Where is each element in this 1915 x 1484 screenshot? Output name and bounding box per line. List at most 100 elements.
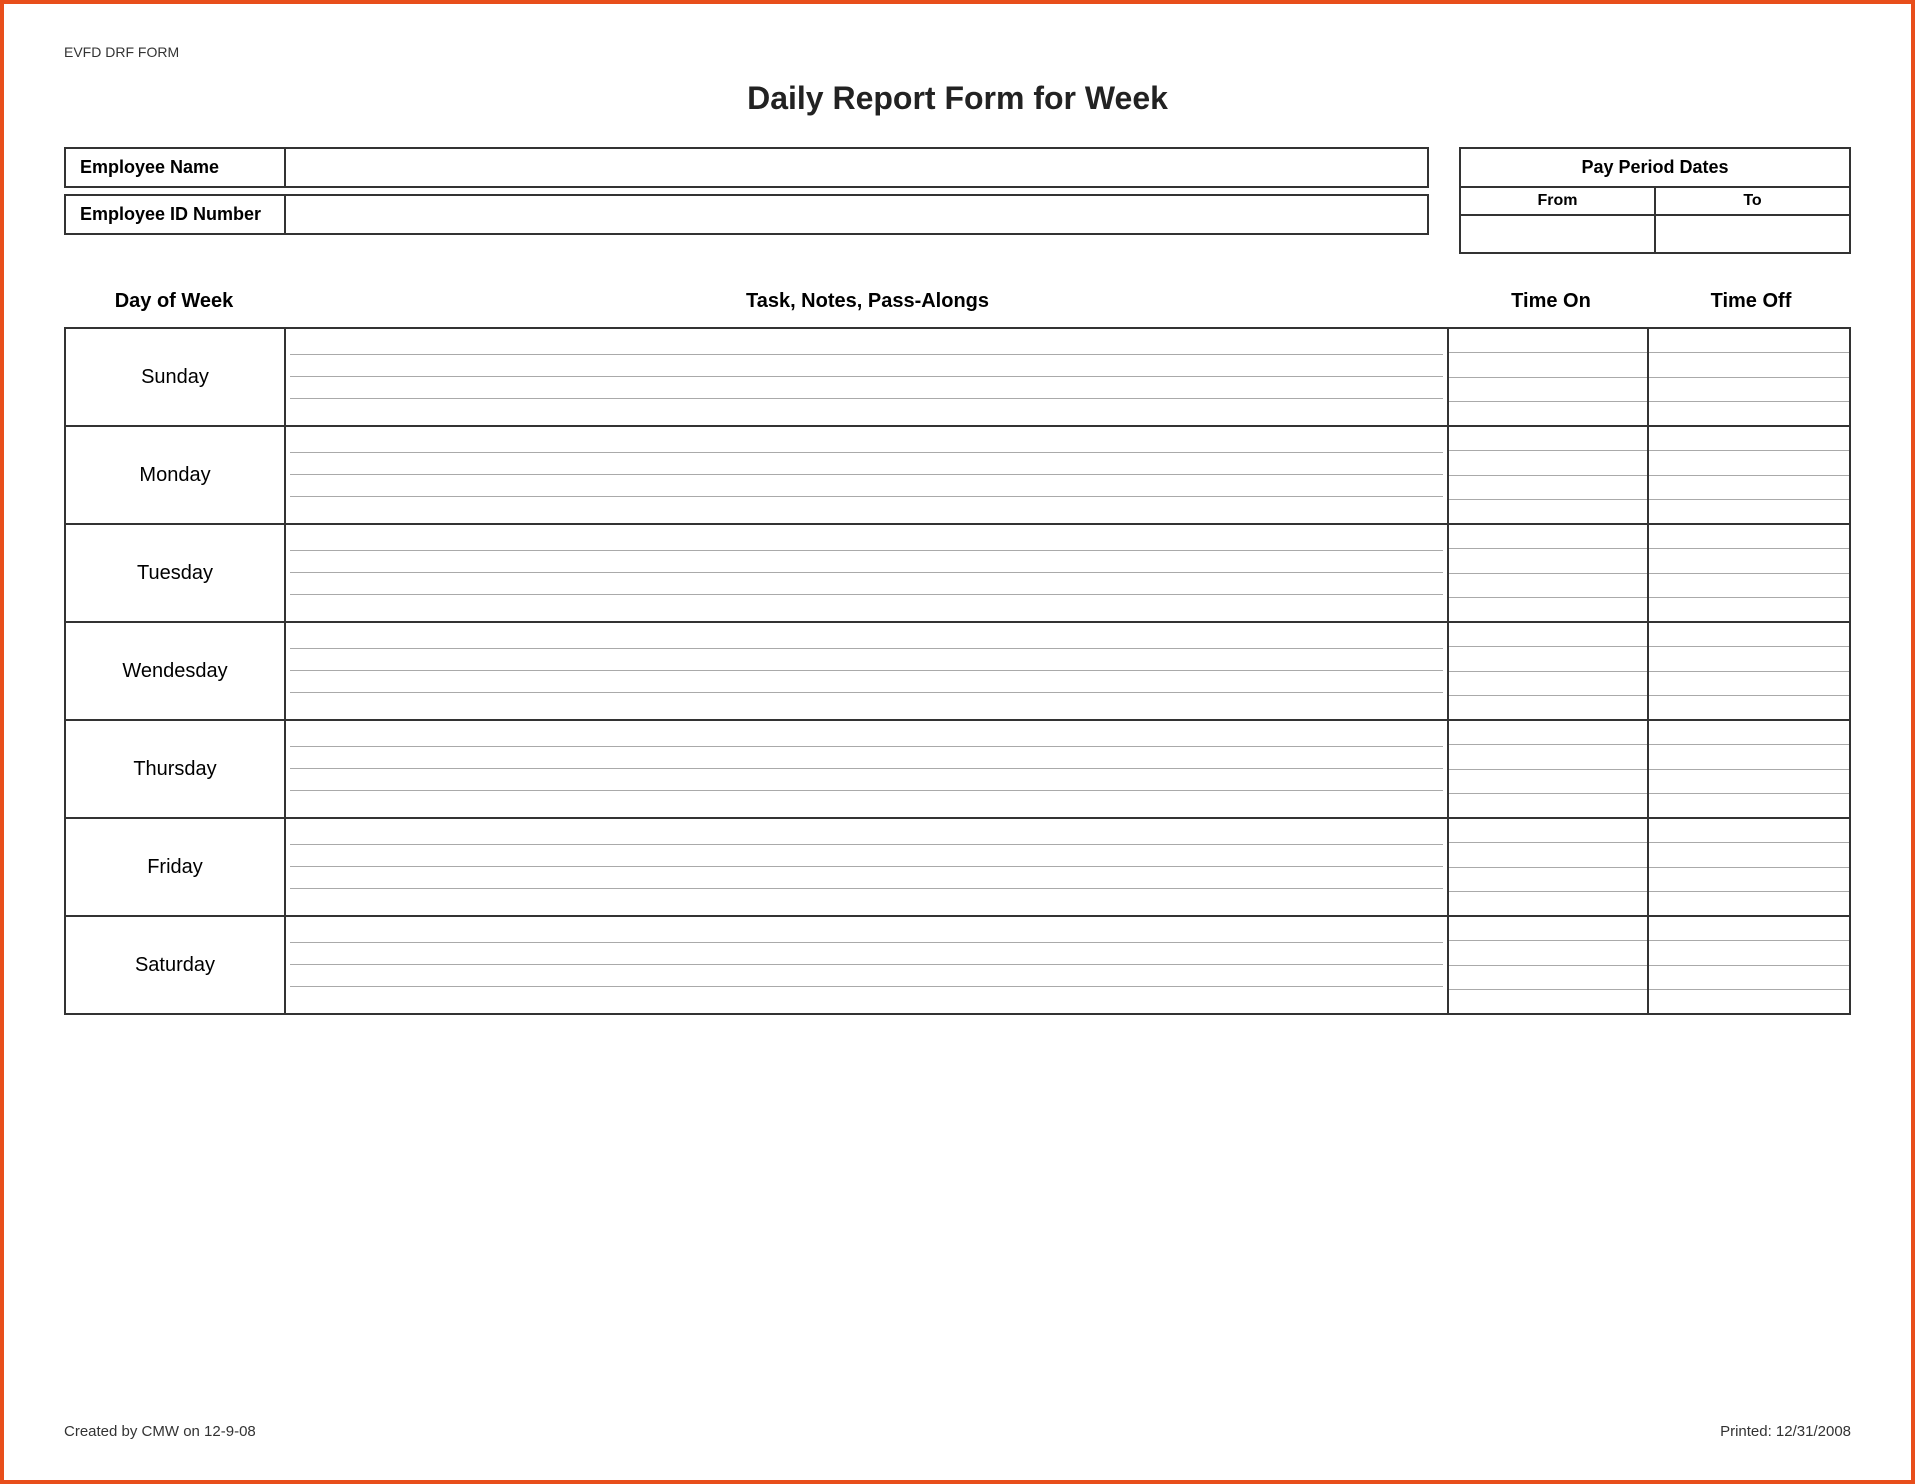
timeon-group-sunday: [1449, 329, 1649, 425]
timeon-group-monday: [1449, 427, 1649, 523]
from-label: From: [1461, 188, 1654, 216]
pay-period-from: From: [1461, 188, 1656, 252]
timeon-sub-row: [1449, 966, 1647, 990]
table-row: Thursday: [66, 719, 1849, 817]
timeoff-group-thursday: [1649, 721, 1849, 817]
pay-period-from-input[interactable]: [1461, 216, 1654, 252]
timeon-sub-row: [1449, 892, 1647, 915]
timeon-sub-row: [1449, 598, 1647, 621]
timeon-sub-row: [1449, 647, 1647, 671]
timeoff-sub-row: [1649, 451, 1849, 475]
footer: Created by CMW on 12-9-08 Printed: 12/31…: [64, 1423, 1851, 1440]
timeon-sub-row: [1449, 476, 1647, 500]
timeoff-sub-row: [1649, 353, 1849, 377]
tasks-cell-thursday: [286, 721, 1449, 817]
page-title: Daily Report Form for Week: [64, 80, 1851, 117]
day-cell-wendesday: Wendesday: [66, 623, 286, 719]
timeon-sub-row: [1449, 990, 1647, 1013]
timeoff-sub-row: [1649, 966, 1849, 990]
timeoff-group-saturday: [1649, 917, 1849, 1013]
day-cell-thursday: Thursday: [66, 721, 286, 817]
info-section: Employee Name Employee ID Number Pay Per…: [64, 147, 1851, 254]
timeon-sub-row: [1449, 451, 1647, 475]
employee-id-label: Employee ID Number: [66, 196, 286, 233]
employee-name-row: Employee Name: [64, 147, 1429, 188]
pay-period-to-input[interactable]: [1656, 216, 1849, 252]
tasks-cell-monday: [286, 427, 1449, 523]
table-row: Saturday: [66, 915, 1849, 1013]
timeoff-sub-row: [1649, 500, 1849, 523]
timeoff-sub-row: [1649, 892, 1849, 915]
timeoff-group-tuesday: [1649, 525, 1849, 621]
day-cell-friday: Friday: [66, 819, 286, 915]
form-label: EVFD DRF FORM: [64, 44, 1851, 60]
employee-id-row: Employee ID Number: [64, 194, 1429, 235]
timeoff-sub-row: [1649, 427, 1849, 451]
timeoff-sub-row: [1649, 941, 1849, 965]
timeoff-group-monday: [1649, 427, 1849, 523]
timeon-sub-row: [1449, 819, 1647, 843]
timeon-sub-row: [1449, 843, 1647, 867]
timeon-group-wendesday: [1449, 623, 1649, 719]
timeoff-sub-row: [1649, 623, 1849, 647]
timeon-sub-row: [1449, 427, 1647, 451]
tasks-cell-sunday: [286, 329, 1449, 425]
employee-name-input[interactable]: [286, 149, 1427, 186]
day-cell-saturday: Saturday: [66, 917, 286, 1013]
timeon-sub-row: [1449, 574, 1647, 598]
timeon-sub-row: [1449, 868, 1647, 892]
timeon-sub-row: [1449, 672, 1647, 696]
timeon-sub-row: [1449, 794, 1647, 817]
employee-name-label: Employee Name: [66, 149, 286, 186]
pay-period-section: Pay Period Dates From To: [1459, 147, 1851, 254]
col-header-tasks: Task, Notes, Pass-Alongs: [284, 284, 1451, 319]
timeoff-sub-row: [1649, 525, 1849, 549]
timeoff-sub-row: [1649, 329, 1849, 353]
timeoff-sub-row: [1649, 917, 1849, 941]
timeoff-sub-row: [1649, 843, 1849, 867]
timeoff-sub-row: [1649, 647, 1849, 671]
footer-created: Created by CMW on 12-9-08: [64, 1423, 256, 1440]
to-label: To: [1656, 188, 1849, 216]
timeon-sub-row: [1449, 500, 1647, 523]
day-cell-tuesday: Tuesday: [66, 525, 286, 621]
day-cell-sunday: Sunday: [66, 329, 286, 425]
col-header-timeoff: Time Off: [1651, 284, 1851, 319]
timeon-sub-row: [1449, 329, 1647, 353]
timeoff-sub-row: [1649, 745, 1849, 769]
pay-period-to: To: [1656, 188, 1849, 252]
timeon-group-tuesday: [1449, 525, 1649, 621]
timeon-sub-row: [1449, 696, 1647, 719]
tasks-cell-wendesday: [286, 623, 1449, 719]
table-body: SundayMondayTuesdayWendesdayThursdayFrid…: [64, 327, 1851, 1015]
col-header-day: Day of Week: [64, 284, 284, 319]
timeoff-sub-row: [1649, 990, 1849, 1013]
timeon-sub-row: [1449, 525, 1647, 549]
footer-printed: Printed: 12/31/2008: [1720, 1423, 1851, 1440]
day-cell-monday: Monday: [66, 427, 286, 523]
timeon-group-friday: [1449, 819, 1649, 915]
employee-id-input[interactable]: [286, 196, 1427, 233]
col-header-timeon: Time On: [1451, 284, 1651, 319]
timeoff-group-wendesday: [1649, 623, 1849, 719]
timeoff-group-friday: [1649, 819, 1849, 915]
timeoff-sub-row: [1649, 819, 1849, 843]
timeon-sub-row: [1449, 402, 1647, 425]
timeoff-sub-row: [1649, 598, 1849, 621]
employee-fields: Employee Name Employee ID Number: [64, 147, 1429, 254]
timeon-sub-row: [1449, 745, 1647, 769]
timeoff-sub-row: [1649, 868, 1849, 892]
timeon-sub-row: [1449, 770, 1647, 794]
table-headers: Day of Week Task, Notes, Pass-Alongs Tim…: [64, 284, 1851, 319]
table-section: Day of Week Task, Notes, Pass-Alongs Tim…: [64, 284, 1851, 1015]
timeoff-group-sunday: [1649, 329, 1849, 425]
tasks-cell-friday: [286, 819, 1449, 915]
timeoff-sub-row: [1649, 402, 1849, 425]
timeon-sub-row: [1449, 623, 1647, 647]
timeon-group-saturday: [1449, 917, 1649, 1013]
timeon-sub-row: [1449, 549, 1647, 573]
timeoff-sub-row: [1649, 476, 1849, 500]
timeoff-sub-row: [1649, 672, 1849, 696]
timeon-group-thursday: [1449, 721, 1649, 817]
timeoff-sub-row: [1649, 721, 1849, 745]
